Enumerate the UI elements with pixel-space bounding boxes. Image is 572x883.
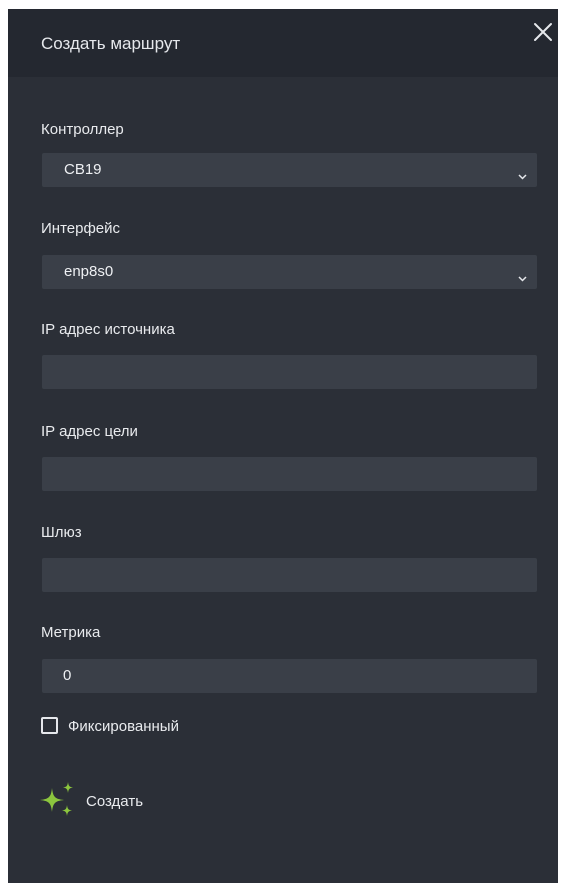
gateway-input[interactable] [42,558,537,592]
interface-label: Интерфейс [41,220,121,237]
chevron-down-icon [518,167,527,180]
target-ip-label: IP адрес цели [41,423,138,440]
source-ip-input[interactable] [42,355,537,389]
metric-label: Метрика [41,624,101,641]
chevron-down-icon [518,269,527,282]
sparkles-icon [36,778,80,822]
controller-label: Контроллер [41,121,124,138]
gateway-label: Шлюз [41,524,82,541]
dialog-title: Создать маршрут [41,34,181,53]
fixed-checkbox[interactable] [41,717,58,734]
dialog-header: Создать маршрут [8,9,558,77]
controller-select[interactable]: CB19 [42,153,537,187]
interface-value: enp8s0 [64,263,114,280]
create-route-dialog: Создать маршрут Контроллер CB19 Интерфей… [8,9,558,883]
source-ip-label: IP адрес источника [41,321,175,338]
fixed-label[interactable]: Фиксированный [68,718,179,735]
create-button-label: Создать [86,793,144,810]
create-button[interactable]: Создать [36,778,176,822]
interface-select[interactable]: enp8s0 [42,255,537,289]
controller-value: CB19 [64,161,102,178]
target-ip-input[interactable] [42,457,537,491]
metric-value: 0 [63,667,72,684]
metric-input[interactable]: 0 [42,659,537,693]
close-icon[interactable] [532,21,554,43]
